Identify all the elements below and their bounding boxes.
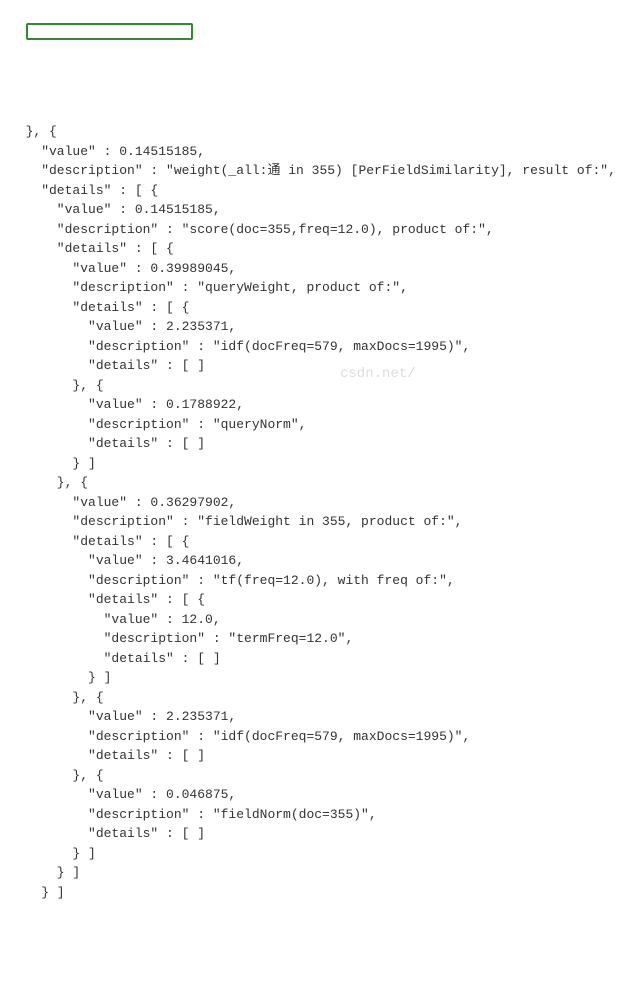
code-line: "details" : [ { [10,181,629,201]
code-line: "value" : 0.14515185, [10,142,629,162]
code-line: "description" : "fieldWeight in 355, pro… [10,512,629,532]
json-code-block: }, { "value" : 0.14515185, "description"… [10,122,629,902]
code-line: "value" : 0.39989045, [10,259,629,279]
code-line: "description" : "termFreq=12.0", [10,629,629,649]
code-line: "details" : [ ] [10,824,629,844]
code-line: "details" : [ { [10,298,629,318]
code-line: "details" : [ ] [10,649,629,669]
code-line: "value" : 0.1788922, [10,395,629,415]
code-line: "details" : [ { [10,590,629,610]
code-line: "description" : "idf(docFreq=579, maxDoc… [10,337,629,357]
code-line: "details" : [ ] [10,746,629,766]
code-line: } ] [10,863,629,883]
code-line: } ] [10,883,629,903]
code-line: "description" : "tf(freq=12.0), with fre… [10,571,629,591]
code-line: } ] [10,454,629,474]
code-line: "details" : [ ] [10,434,629,454]
code-line: "description" : "idf(docFreq=579, maxDoc… [10,727,629,747]
code-line: }, { [10,766,629,786]
code-line: "details" : [ { [10,239,629,259]
code-line: "details" : [ ] [10,356,629,376]
code-line: "description" : "fieldNorm(doc=355)", [10,805,629,825]
code-line: "description" : "score(doc=355,freq=12.0… [10,220,629,240]
code-line: }, { [10,473,629,493]
code-line: "description" : "queryNorm", [10,415,629,435]
code-line: "details" : [ { [10,532,629,552]
code-line: "description" : "weight(_all:通 in 355) [… [10,161,629,181]
code-line: "value" : 12.0, [10,610,629,630]
highlight-rectangle [26,23,193,40]
code-line: }, { [10,376,629,396]
code-line: "value" : 0.36297902, [10,493,629,513]
code-line: "value" : 2.235371, [10,317,629,337]
code-line: }, { [10,122,629,142]
code-line: "description" : "queryWeight, product of… [10,278,629,298]
code-line: "value" : 0.14515185, [10,200,629,220]
code-line: } ] [10,668,629,688]
code-line: } ] [10,844,629,864]
code-line: "value" : 0.046875, [10,785,629,805]
code-line: "value" : 3.4641016, [10,551,629,571]
code-line: "value" : 2.235371, [10,707,629,727]
code-line: }, { [10,688,629,708]
